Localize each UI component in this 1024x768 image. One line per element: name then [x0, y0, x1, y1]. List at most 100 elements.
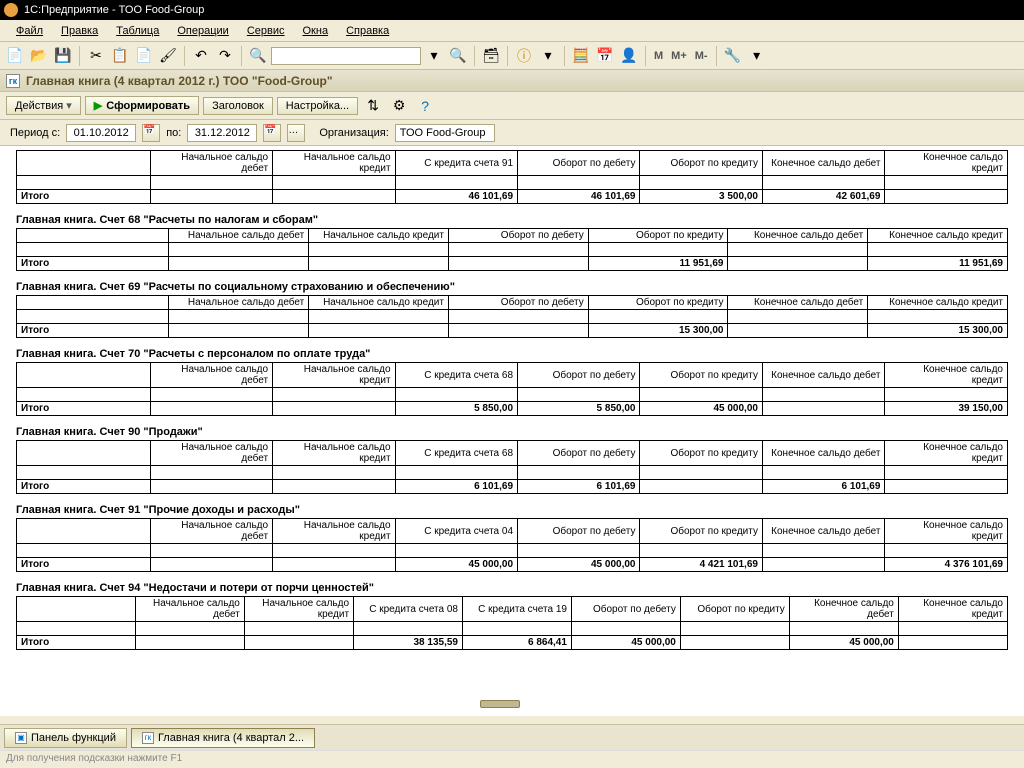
info-icon[interactable]: ⓘ	[513, 45, 535, 67]
new-icon[interactable]: 📄	[4, 45, 26, 67]
total-cell	[448, 324, 588, 338]
data-row-label	[17, 243, 169, 257]
save-icon[interactable]: 💾	[52, 45, 74, 67]
settings-button[interactable]: Настройка...	[277, 97, 358, 115]
data-cell	[395, 544, 517, 558]
column-header: Конечное сальдо дебет	[762, 441, 884, 466]
open-icon[interactable]: 📂	[28, 45, 50, 67]
task-main-book[interactable]: гкГлавная книга (4 квартал 2...	[131, 728, 315, 748]
data-cell	[728, 243, 868, 257]
column-header: Оборот по кредиту	[680, 597, 789, 622]
horizontal-scrollbar[interactable]	[480, 700, 520, 708]
period-picker-icon[interactable]: …	[287, 124, 305, 142]
total-label: Итого	[17, 324, 169, 338]
total-cell: 5 850,00	[518, 402, 640, 416]
user-icon[interactable]: 👤	[618, 45, 640, 67]
column-header: Начальное сальдо кредит	[309, 296, 449, 310]
data-cell	[309, 243, 449, 257]
data-cell	[309, 310, 449, 324]
play-icon: ▶	[94, 99, 102, 112]
search-icon[interactable]: 🔍	[247, 45, 269, 67]
data-cell	[762, 388, 884, 402]
data-cell	[885, 466, 1008, 480]
total-cell	[640, 480, 762, 494]
ledger-table: Начальное сальдо дебетНачальное сальдо к…	[16, 362, 1008, 416]
total-label: Итого	[17, 480, 151, 494]
total-label: Итого	[17, 402, 151, 416]
total-cell: 46 101,69	[395, 190, 517, 204]
paste-icon[interactable]: 📄	[133, 45, 155, 67]
data-cell	[518, 388, 640, 402]
gear-icon[interactable]: ⚙	[388, 95, 410, 117]
data-cell	[762, 466, 884, 480]
total-cell: 11 951,69	[588, 257, 728, 271]
menu-file[interactable]: Файл	[8, 23, 51, 39]
memory-m[interactable]: M	[651, 50, 666, 62]
search2-icon[interactable]: 🔍	[447, 45, 469, 67]
data-cell	[448, 310, 588, 324]
data-cell	[354, 622, 463, 636]
org-label: Организация:	[319, 127, 388, 139]
separator	[716, 46, 717, 66]
date-from-input[interactable]	[66, 124, 136, 142]
total-cell: 45 000,00	[518, 558, 640, 572]
menu-windows[interactable]: Окна	[295, 23, 337, 39]
document-header: гк Главная книга (4 квартал 2012 г.) ТОО…	[0, 70, 1024, 92]
data-cell	[762, 176, 884, 190]
undo-icon[interactable]: ↶	[190, 45, 212, 67]
menu-table[interactable]: Таблица	[108, 23, 167, 39]
header-button[interactable]: Заголовок	[203, 97, 273, 115]
ledger-table: Начальное сальдо дебетНачальное сальдо к…	[16, 518, 1008, 572]
total-cell: 6 101,69	[518, 480, 640, 494]
task-panel-functions[interactable]: ▣Панель функций	[4, 728, 127, 748]
calendar-to-icon[interactable]: 📅	[263, 124, 281, 142]
menu-service[interactable]: Сервис	[239, 23, 293, 39]
tools-icon[interactable]: 🔧	[722, 45, 744, 67]
total-cell	[273, 402, 395, 416]
cut-icon[interactable]: ✂	[85, 45, 107, 67]
total-cell	[273, 558, 395, 572]
menu-edit[interactable]: Правка	[53, 23, 106, 39]
org-input[interactable]	[395, 124, 495, 142]
copy-icon[interactable]: 📋	[109, 45, 131, 67]
window-titlebar: 1С:Предприятие - ТОО Food-Group	[0, 0, 1024, 20]
column-header: Конечное сальдо дебет	[789, 597, 898, 622]
redo-icon[interactable]: ↷	[214, 45, 236, 67]
data-cell	[395, 466, 517, 480]
total-cell: 45 000,00	[395, 558, 517, 572]
hint-bar: Для получения подсказки нажмите F1	[0, 750, 1024, 768]
format-icon[interactable]: 🖌	[157, 45, 179, 67]
data-cell	[640, 176, 762, 190]
menu-operations[interactable]: Операции	[169, 23, 236, 39]
memory-mm[interactable]: M-	[692, 50, 711, 62]
row-header-blank	[17, 296, 169, 310]
form-button[interactable]: ▶ Сформировать	[85, 96, 199, 115]
calc-icon[interactable]: 🧮	[570, 45, 592, 67]
db-icon[interactable]: 🗃	[480, 45, 502, 67]
memory-mp[interactable]: M+	[668, 50, 690, 62]
menu-help[interactable]: Справка	[338, 23, 397, 39]
row-header-blank	[17, 441, 151, 466]
data-cell	[728, 310, 868, 324]
row-header-blank	[17, 151, 151, 176]
dropdown-icon[interactable]: ▾	[423, 45, 445, 67]
search-input[interactable]	[271, 47, 421, 65]
column-header: Конечное сальдо кредит	[898, 597, 1007, 622]
data-cell	[462, 622, 571, 636]
row-header-blank	[17, 229, 169, 243]
config-icon[interactable]: ⇅	[362, 95, 384, 117]
data-cell	[885, 544, 1008, 558]
date-to-input[interactable]	[187, 124, 257, 142]
calendar-icon[interactable]: 📅	[594, 45, 616, 67]
data-cell	[898, 622, 1007, 636]
data-cell	[273, 466, 395, 480]
help-icon[interactable]: ?	[414, 95, 436, 117]
data-cell	[395, 176, 517, 190]
dropdown3-icon[interactable]: ▾	[746, 45, 768, 67]
report-area[interactable]: Начальное сальдо дебетНачальное сальдо к…	[0, 146, 1024, 716]
dropdown2-icon[interactable]: ▾	[537, 45, 559, 67]
actions-dropdown[interactable]: Действия ▾	[6, 96, 81, 115]
total-cell	[728, 324, 868, 338]
separator	[645, 46, 646, 66]
calendar-from-icon[interactable]: 📅	[142, 124, 160, 142]
